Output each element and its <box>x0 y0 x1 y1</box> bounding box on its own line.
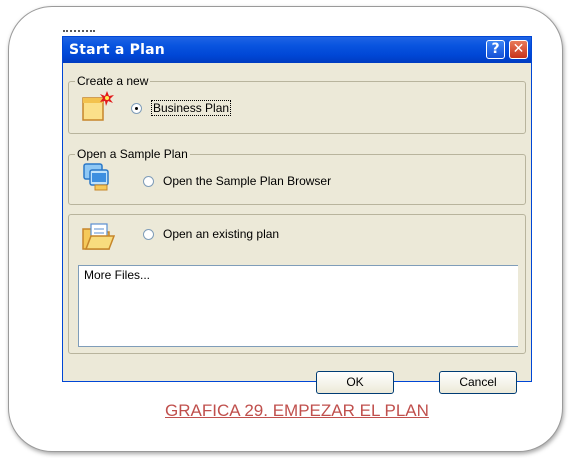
close-button[interactable]: ✕ <box>509 40 528 59</box>
new-plan-icon <box>82 91 114 121</box>
open-folder-icon <box>82 223 115 250</box>
cancel-button[interactable]: Cancel <box>439 371 517 394</box>
title-bar[interactable]: Start a Plan ? ✕ <box>63 37 531 63</box>
create-new-legend: Create a new <box>75 74 151 88</box>
sample-browser-radio[interactable] <box>143 175 154 187</box>
existing-plan-radio[interactable] <box>143 228 154 240</box>
open-sample-legend: Open a Sample Plan <box>75 147 190 161</box>
create-new-group: Create a new Business Plan <box>68 74 526 134</box>
existing-plan-label[interactable]: Open an existing plan <box>163 227 279 241</box>
business-plan-option[interactable]: Business Plan <box>131 100 232 116</box>
dialog-title: Start a Plan <box>69 42 165 58</box>
existing-plan-option[interactable]: Open an existing plan <box>143 227 279 241</box>
list-item[interactable]: More Files... <box>84 268 150 282</box>
recent-files-list[interactable]: More Files... <box>78 265 518 347</box>
figure-caption: GRAFICA 29. EMPEZAR EL PLAN <box>165 401 429 420</box>
business-plan-radio[interactable] <box>131 102 142 114</box>
sample-browser-icon <box>83 163 109 191</box>
open-sample-group: Open a Sample Plan Open the Sample Plan … <box>68 147 526 205</box>
sample-browser-label[interactable]: Open the Sample Plan Browser <box>163 174 331 188</box>
help-button[interactable]: ? <box>486 40 505 59</box>
ok-button[interactable]: OK <box>316 371 394 394</box>
business-plan-label[interactable]: Business Plan <box>151 100 232 116</box>
sample-browser-option[interactable]: Open the Sample Plan Browser <box>143 174 331 188</box>
start-plan-dialog: Start a Plan ? ✕ Create a new Business P… <box>62 36 532 394</box>
